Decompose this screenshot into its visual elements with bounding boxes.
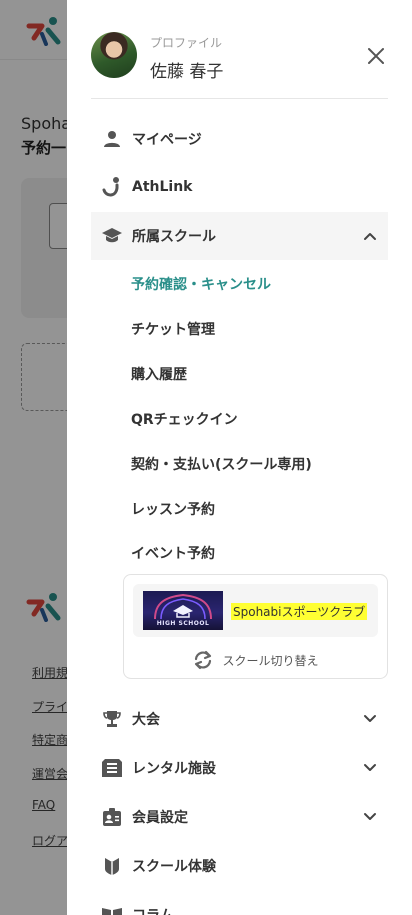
menu-label: 所属スクール xyxy=(132,229,216,245)
menu-label: 会員設定 xyxy=(132,810,188,826)
divider xyxy=(91,98,388,99)
submenu-reservation-cancel[interactable]: 予約確認・キャンセル xyxy=(131,274,271,294)
menu-item-member-settings[interactable]: 会員設定 xyxy=(91,793,388,841)
submenu-ticket-management[interactable]: チケット管理 xyxy=(131,319,215,339)
profile-caption: プロファイル xyxy=(150,36,223,50)
school-thumbnail: HIGH SCHOOL xyxy=(143,591,223,630)
menu-item-school-trial[interactable]: スクール体験 xyxy=(91,842,388,890)
menu-label: レンタル施設 xyxy=(132,761,216,777)
chevron-down-icon xyxy=(364,715,376,722)
menu-item-school[interactable]: 所属スクール xyxy=(91,212,388,260)
side-drawer: プロファイル 佐藤 春子 マイページ AthLink 所属スクール 予約確認・キ… xyxy=(67,0,412,915)
submenu-qr-checkin[interactable]: QRチェックイン xyxy=(131,409,238,429)
school-switcher: HIGH SCHOOL Spohabiスポーツクラブ スクール切り替え xyxy=(123,574,388,679)
menu-label: 大会 xyxy=(132,712,160,728)
switch-label: スクール切り替え xyxy=(222,653,319,668)
submenu-contract-payment[interactable]: 契約・支払い(スクール専用) xyxy=(131,454,312,474)
menu-label: コラム xyxy=(132,905,174,915)
profile-name[interactable]: 佐藤 春子 xyxy=(150,57,223,82)
menu-item-mypage[interactable]: マイページ xyxy=(91,115,388,163)
menu-label: マイページ xyxy=(132,132,202,148)
menu-label: AthLink xyxy=(132,179,193,195)
menu-item-rental[interactable]: レンタル施設 xyxy=(91,744,388,792)
id-badge-icon xyxy=(100,805,124,829)
book-icon xyxy=(100,903,124,915)
submenu-lesson-reservation[interactable]: レッスン予約 xyxy=(131,499,215,519)
menu-item-tournament[interactable]: 大会 xyxy=(91,695,388,743)
chevron-up-icon xyxy=(364,233,376,240)
athlink-icon xyxy=(100,175,124,199)
shield-leaf-icon xyxy=(100,854,124,878)
avatar[interactable] xyxy=(91,32,137,78)
close-icon[interactable] xyxy=(365,45,387,67)
person-icon xyxy=(100,127,124,151)
current-school-card[interactable]: HIGH SCHOOL Spohabiスポーツクラブ xyxy=(133,584,378,637)
chevron-down-icon xyxy=(364,764,376,771)
school-switch-button[interactable]: スクール切り替え xyxy=(124,649,387,671)
chevron-down-icon xyxy=(364,813,376,820)
submenu-purchase-history[interactable]: 購入履歴 xyxy=(131,364,187,384)
school-name: Spohabiスポーツクラブ xyxy=(231,603,368,620)
submenu-event-reservation[interactable]: イベント予約 xyxy=(131,543,215,563)
building-icon xyxy=(100,756,124,780)
sync-icon xyxy=(195,650,212,670)
menu-item-column[interactable]: コラム xyxy=(91,891,388,915)
profile-header: プロファイル 佐藤 春子 xyxy=(91,32,412,82)
school-emblem-icon xyxy=(154,593,212,620)
menu-item-athlink[interactable]: AthLink xyxy=(91,163,388,211)
school-image-caption: HIGH SCHOOL xyxy=(156,620,210,627)
menu-label: スクール体験 xyxy=(132,859,216,875)
graduation-cap-icon xyxy=(100,224,124,248)
trophy-icon xyxy=(100,707,124,731)
